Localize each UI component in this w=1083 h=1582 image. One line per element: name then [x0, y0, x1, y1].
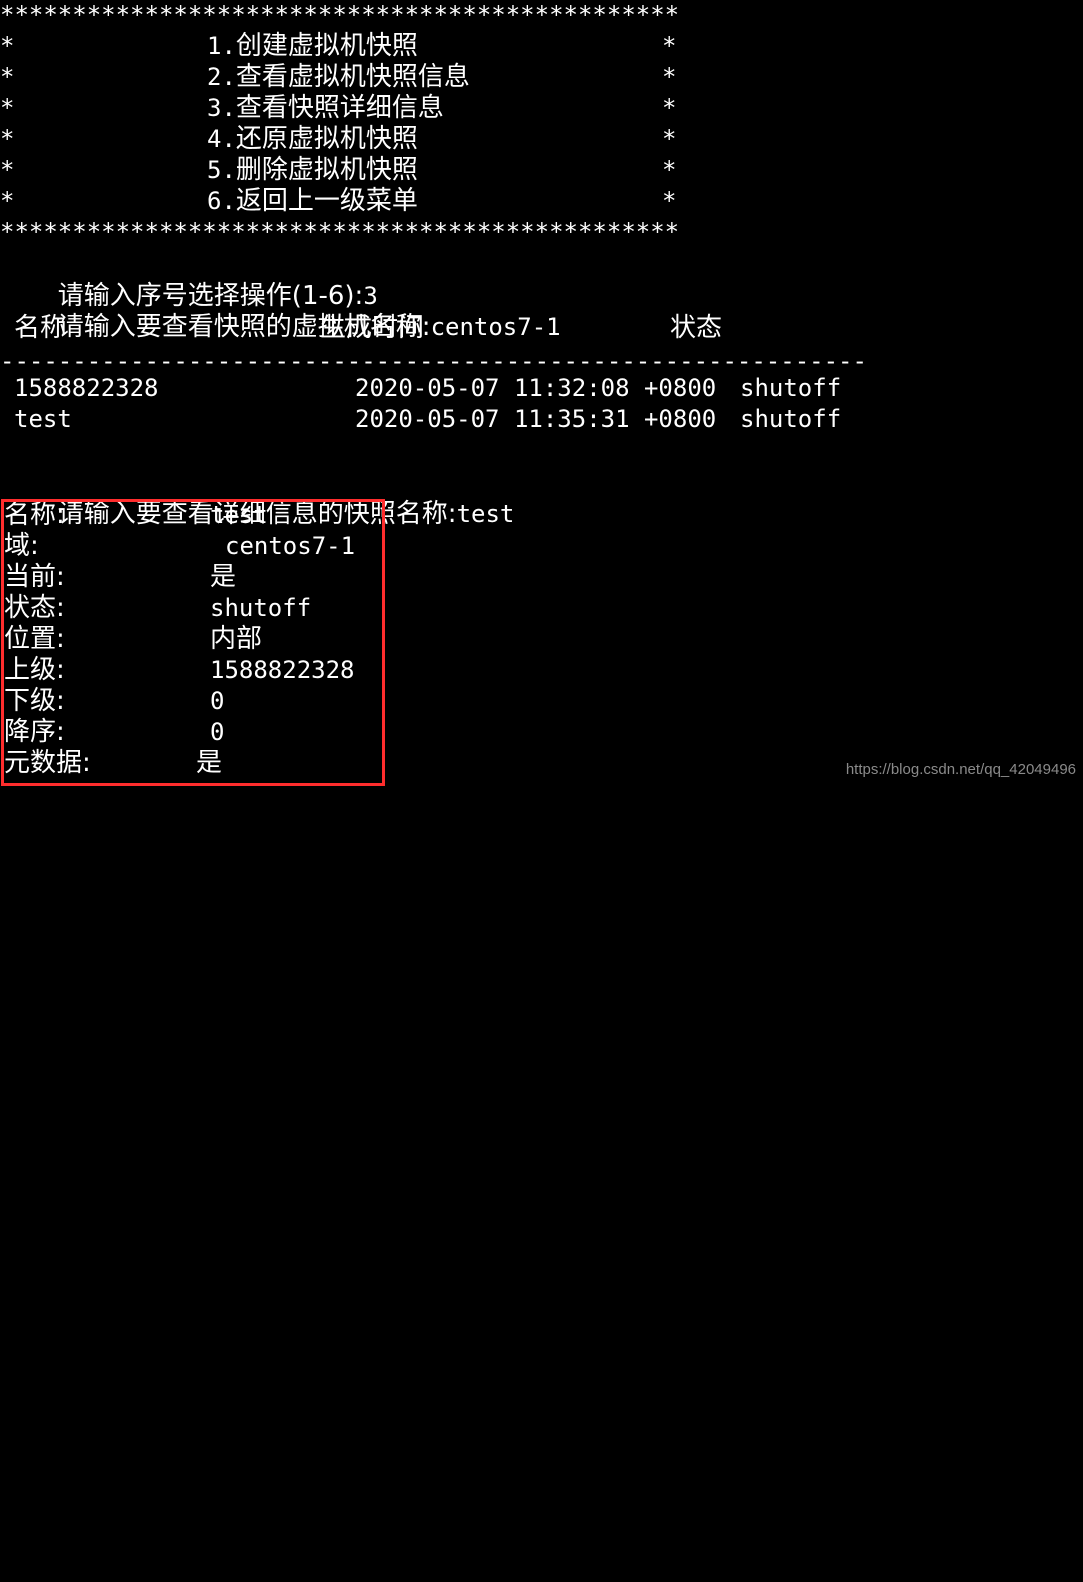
table-row[interactable]: test 2020-05-07 11:35:31 +0800 shutoff: [0, 404, 1000, 435]
menu-item-3-label: 3.查看快照详细信息: [207, 93, 444, 124]
menu-item-1-label: 1.创建虚拟机快照: [207, 31, 418, 62]
detail-label-parent: 上级:: [4, 655, 65, 685]
snapshot-state: shutoff: [740, 405, 842, 433]
menu-item-6-number: 6.: [207, 187, 236, 215]
menu-border-top: ****************************************…: [0, 1, 680, 29]
detail-label-current: 当前:: [4, 562, 65, 592]
prompt-vm-name[interactable]: 请输入要查看快照的虚拟机名称:centos7-1: [0, 281, 561, 342]
detail-label-state: 状态:: [4, 593, 65, 623]
menu-item-1-text: 创建虚拟机快照: [235, 31, 418, 61]
menu-item-6-label: 6.返回上一级菜单: [207, 186, 418, 217]
snapshot-state: shutoff: [740, 374, 842, 402]
menu-item-1[interactable]: * 1.创建虚拟机快照 *: [0, 31, 700, 62]
detail-value-state: shutoff: [210, 594, 312, 622]
detail-label-descendants: 降序:: [4, 717, 65, 747]
menu-item-6-text: 返回上一级菜单: [235, 186, 418, 216]
snapshot-time: 2020-05-07 11:32:08 +0800: [355, 374, 717, 402]
menu-frame-star-left: *: [0, 125, 15, 153]
menu-item-6[interactable]: * 6.返回上一级菜单 *: [0, 186, 700, 217]
prompt-snapshot-detail-name-value: test: [456, 500, 515, 528]
column-header-state: 状态: [670, 313, 723, 343]
detail-label-children: 下级:: [4, 686, 65, 716]
detail-label-location: 位置:: [4, 624, 65, 654]
menu-frame-star-left: *: [0, 156, 15, 184]
detail-value-domain: centos7-1: [225, 532, 356, 560]
menu-item-4-text: 还原虚拟机快照: [235, 124, 418, 154]
menu-item-5-label: 5.删除虚拟机快照: [207, 155, 418, 186]
menu-frame-star-right: *: [662, 156, 677, 184]
column-header-creation-time: 生成时间: [320, 313, 425, 343]
menu-frame-star-right: *: [662, 32, 677, 60]
menu-border-bottom: ****************************************…: [0, 218, 680, 246]
detail-value-current: 是: [210, 562, 237, 592]
snapshot-table-header: 名称 生成时间 状态: [0, 313, 1000, 344]
menu-frame-star-left: *: [0, 32, 15, 60]
detail-value-parent: 1588822328: [210, 656, 355, 684]
menu-item-3-number: 3.: [207, 94, 236, 122]
detail-row-metadata: 元数据: 是: [0, 748, 400, 779]
menu-item-2-number: 2.: [207, 63, 236, 91]
detail-value-metadata: 是: [196, 748, 223, 778]
detail-row-state: 状态: shutoff: [0, 593, 400, 624]
detail-row-descendants: 降序: 0: [0, 717, 400, 748]
menu-item-5-number: 5.: [207, 156, 236, 184]
menu-item-2-label: 2.查看虚拟机快照信息: [207, 62, 470, 93]
detail-row-domain: 域: centos7-1: [0, 531, 400, 562]
detail-label-domain: 域:: [4, 531, 39, 561]
menu-item-4-number: 4.: [207, 125, 236, 153]
menu-item-4[interactable]: * 4.还原虚拟机快照 *: [0, 124, 700, 155]
terminal-screen[interactable]: ****************************************…: [0, 0, 1083, 791]
detail-row-current: 当前: 是: [0, 562, 400, 593]
menu-item-4-label: 4.还原虚拟机快照: [207, 124, 418, 155]
detail-row-children: 下级: 0: [0, 686, 400, 717]
menu-frame-star-left: *: [0, 94, 15, 122]
detail-value-children: 0: [210, 687, 225, 715]
detail-row-name: 名称: test: [0, 500, 400, 531]
menu-item-1-number: 1.: [207, 32, 236, 60]
menu-frame-star-right: *: [662, 94, 677, 122]
menu-frame-star-right: *: [662, 187, 677, 215]
watermark-url: https://blog.csdn.net/qq_42049496: [845, 761, 1076, 778]
table-row[interactable]: 1588822328 2020-05-07 11:32:08 +0800 shu…: [0, 373, 1000, 404]
detail-row-parent: 上级: 1588822328: [0, 655, 400, 686]
detail-label-name: 名称:: [4, 500, 65, 530]
menu-frame-star-left: *: [0, 63, 15, 91]
column-header-name: 名称: [14, 313, 67, 343]
prompt-select-operation[interactable]: 请输入序号选择操作(1-6):3: [0, 250, 378, 311]
detail-row-location: 位置: 内部: [0, 624, 400, 655]
detail-value-descendants: 0: [210, 718, 225, 746]
snapshot-name: test: [14, 405, 72, 433]
detail-label-metadata: 元数据:: [4, 748, 91, 778]
menu-item-5[interactable]: * 5.删除虚拟机快照 *: [0, 155, 700, 186]
menu-item-3-text: 查看快照详细信息: [235, 93, 444, 123]
menu-frame-star-right: *: [662, 125, 677, 153]
detail-value-name: test: [210, 501, 268, 529]
menu-frame-star-right: *: [662, 63, 677, 91]
snapshot-time: 2020-05-07 11:35:31 +0800: [355, 405, 717, 433]
prompt-snapshot-detail-name[interactable]: 请输入要查看详细信息的快照名称:test: [0, 468, 515, 529]
menu-item-2[interactable]: * 2.查看虚拟机快照信息 *: [0, 62, 700, 93]
snapshot-name: 1588822328: [14, 374, 159, 402]
menu-item-5-text: 删除虚拟机快照: [235, 155, 418, 185]
menu-item-3[interactable]: * 3.查看快照详细信息 *: [0, 93, 700, 124]
detail-value-location: 内部: [210, 624, 263, 654]
menu-item-2-text: 查看虚拟机快照信息: [235, 62, 470, 92]
menu-frame-star-left: *: [0, 187, 15, 215]
